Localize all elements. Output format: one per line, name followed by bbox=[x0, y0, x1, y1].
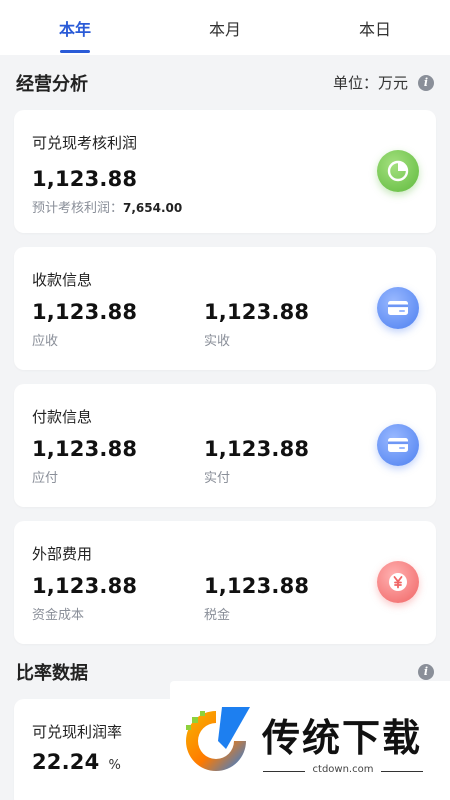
profit-value: 1,123.88 bbox=[32, 167, 138, 191]
analysis-title: 经营分析 bbox=[16, 73, 88, 95]
paid-column: 1,123.88 实付 bbox=[204, 437, 376, 486]
expected-profit-row: 预计考核利润：7,654.00 bbox=[32, 197, 418, 216]
tab-this-year[interactable]: 本年 bbox=[0, 0, 150, 55]
expense-card[interactable]: 外部费用 1,123.88 资金成本 1,123.88 税金 bbox=[14, 521, 436, 644]
payable-value: 1,123.88 bbox=[32, 437, 138, 461]
receivable-column: 1,123.88 应收 bbox=[32, 300, 204, 349]
pie-chart-icon bbox=[377, 150, 419, 192]
profit-card[interactable]: 可兑现考核利润 1,123.88 预计考核利润：7,654.00 bbox=[14, 110, 436, 233]
received-column: 1,123.88 实收 bbox=[204, 300, 376, 349]
yen-icon bbox=[377, 561, 419, 603]
period-tabs: 本年 本月 本日 bbox=[0, 0, 450, 55]
payment-card-title: 付款信息 bbox=[32, 408, 93, 426]
card-icon bbox=[377, 424, 419, 466]
info-icon[interactable]: i bbox=[418, 74, 434, 91]
paid-label: 实付 bbox=[204, 471, 231, 486]
ratio-title: 比率数据 bbox=[16, 662, 88, 684]
capital-cost-value: 1,123.88 bbox=[32, 574, 138, 598]
payment-card[interactable]: 付款信息 1,123.88 应付 1,123.88 实付 bbox=[14, 384, 436, 507]
capital-cost-label: 资金成本 bbox=[32, 608, 85, 623]
profit-card-title: 可兑现考核利润 bbox=[32, 134, 138, 152]
info-icon[interactable]: i bbox=[418, 663, 434, 680]
payable-label: 应付 bbox=[32, 471, 59, 486]
receipt-values: 1,123.88 应收 1,123.88 实收 bbox=[32, 300, 418, 349]
unit-label: 单位：万元 bbox=[332, 74, 408, 92]
analysis-header: 经营分析 单位：万元 i bbox=[0, 55, 450, 110]
receivable-value: 1,123.88 bbox=[32, 300, 138, 324]
expense-card-title: 外部费用 bbox=[32, 545, 93, 563]
ratio-unit: % bbox=[108, 758, 121, 773]
payable-column: 1,123.88 应付 bbox=[32, 437, 204, 486]
watermark: 传统下载 ctdown.com bbox=[170, 681, 450, 800]
watermark-name: 传统下载 bbox=[262, 716, 423, 760]
tab-this-month[interactable]: 本月 bbox=[150, 0, 300, 55]
receipt-card-title: 收款信息 bbox=[32, 271, 93, 289]
tax-column: 1,123.88 税金 bbox=[204, 574, 376, 623]
expected-profit-label: 预计考核利润： bbox=[32, 201, 124, 216]
paid-value: 1,123.88 bbox=[204, 437, 310, 461]
expense-values: 1,123.88 资金成本 1,123.88 税金 bbox=[32, 574, 418, 623]
receivable-label: 应收 bbox=[32, 334, 59, 349]
card-icon bbox=[377, 287, 419, 329]
tax-label: 税金 bbox=[204, 608, 231, 623]
tax-value: 1,123.88 bbox=[204, 574, 310, 598]
tab-today[interactable]: 本日 bbox=[300, 0, 450, 55]
ratio-right: i bbox=[418, 663, 434, 680]
expected-profit-value: 7,654.00 bbox=[123, 201, 183, 215]
unit-area: 单位：万元 i bbox=[333, 72, 434, 93]
receipt-card[interactable]: 收款信息 1,123.88 应收 1,123.88 实收 bbox=[14, 247, 436, 370]
received-label: 实收 bbox=[204, 334, 231, 349]
capital-cost-column: 1,123.88 资金成本 bbox=[32, 574, 204, 623]
watermark-logo-icon bbox=[186, 707, 250, 771]
ratio-value: 22.24 bbox=[32, 750, 100, 774]
received-value: 1,123.88 bbox=[204, 300, 310, 324]
watermark-url: ctdown.com bbox=[263, 764, 423, 775]
payment-values: 1,123.88 应付 1,123.88 实付 bbox=[32, 437, 418, 486]
